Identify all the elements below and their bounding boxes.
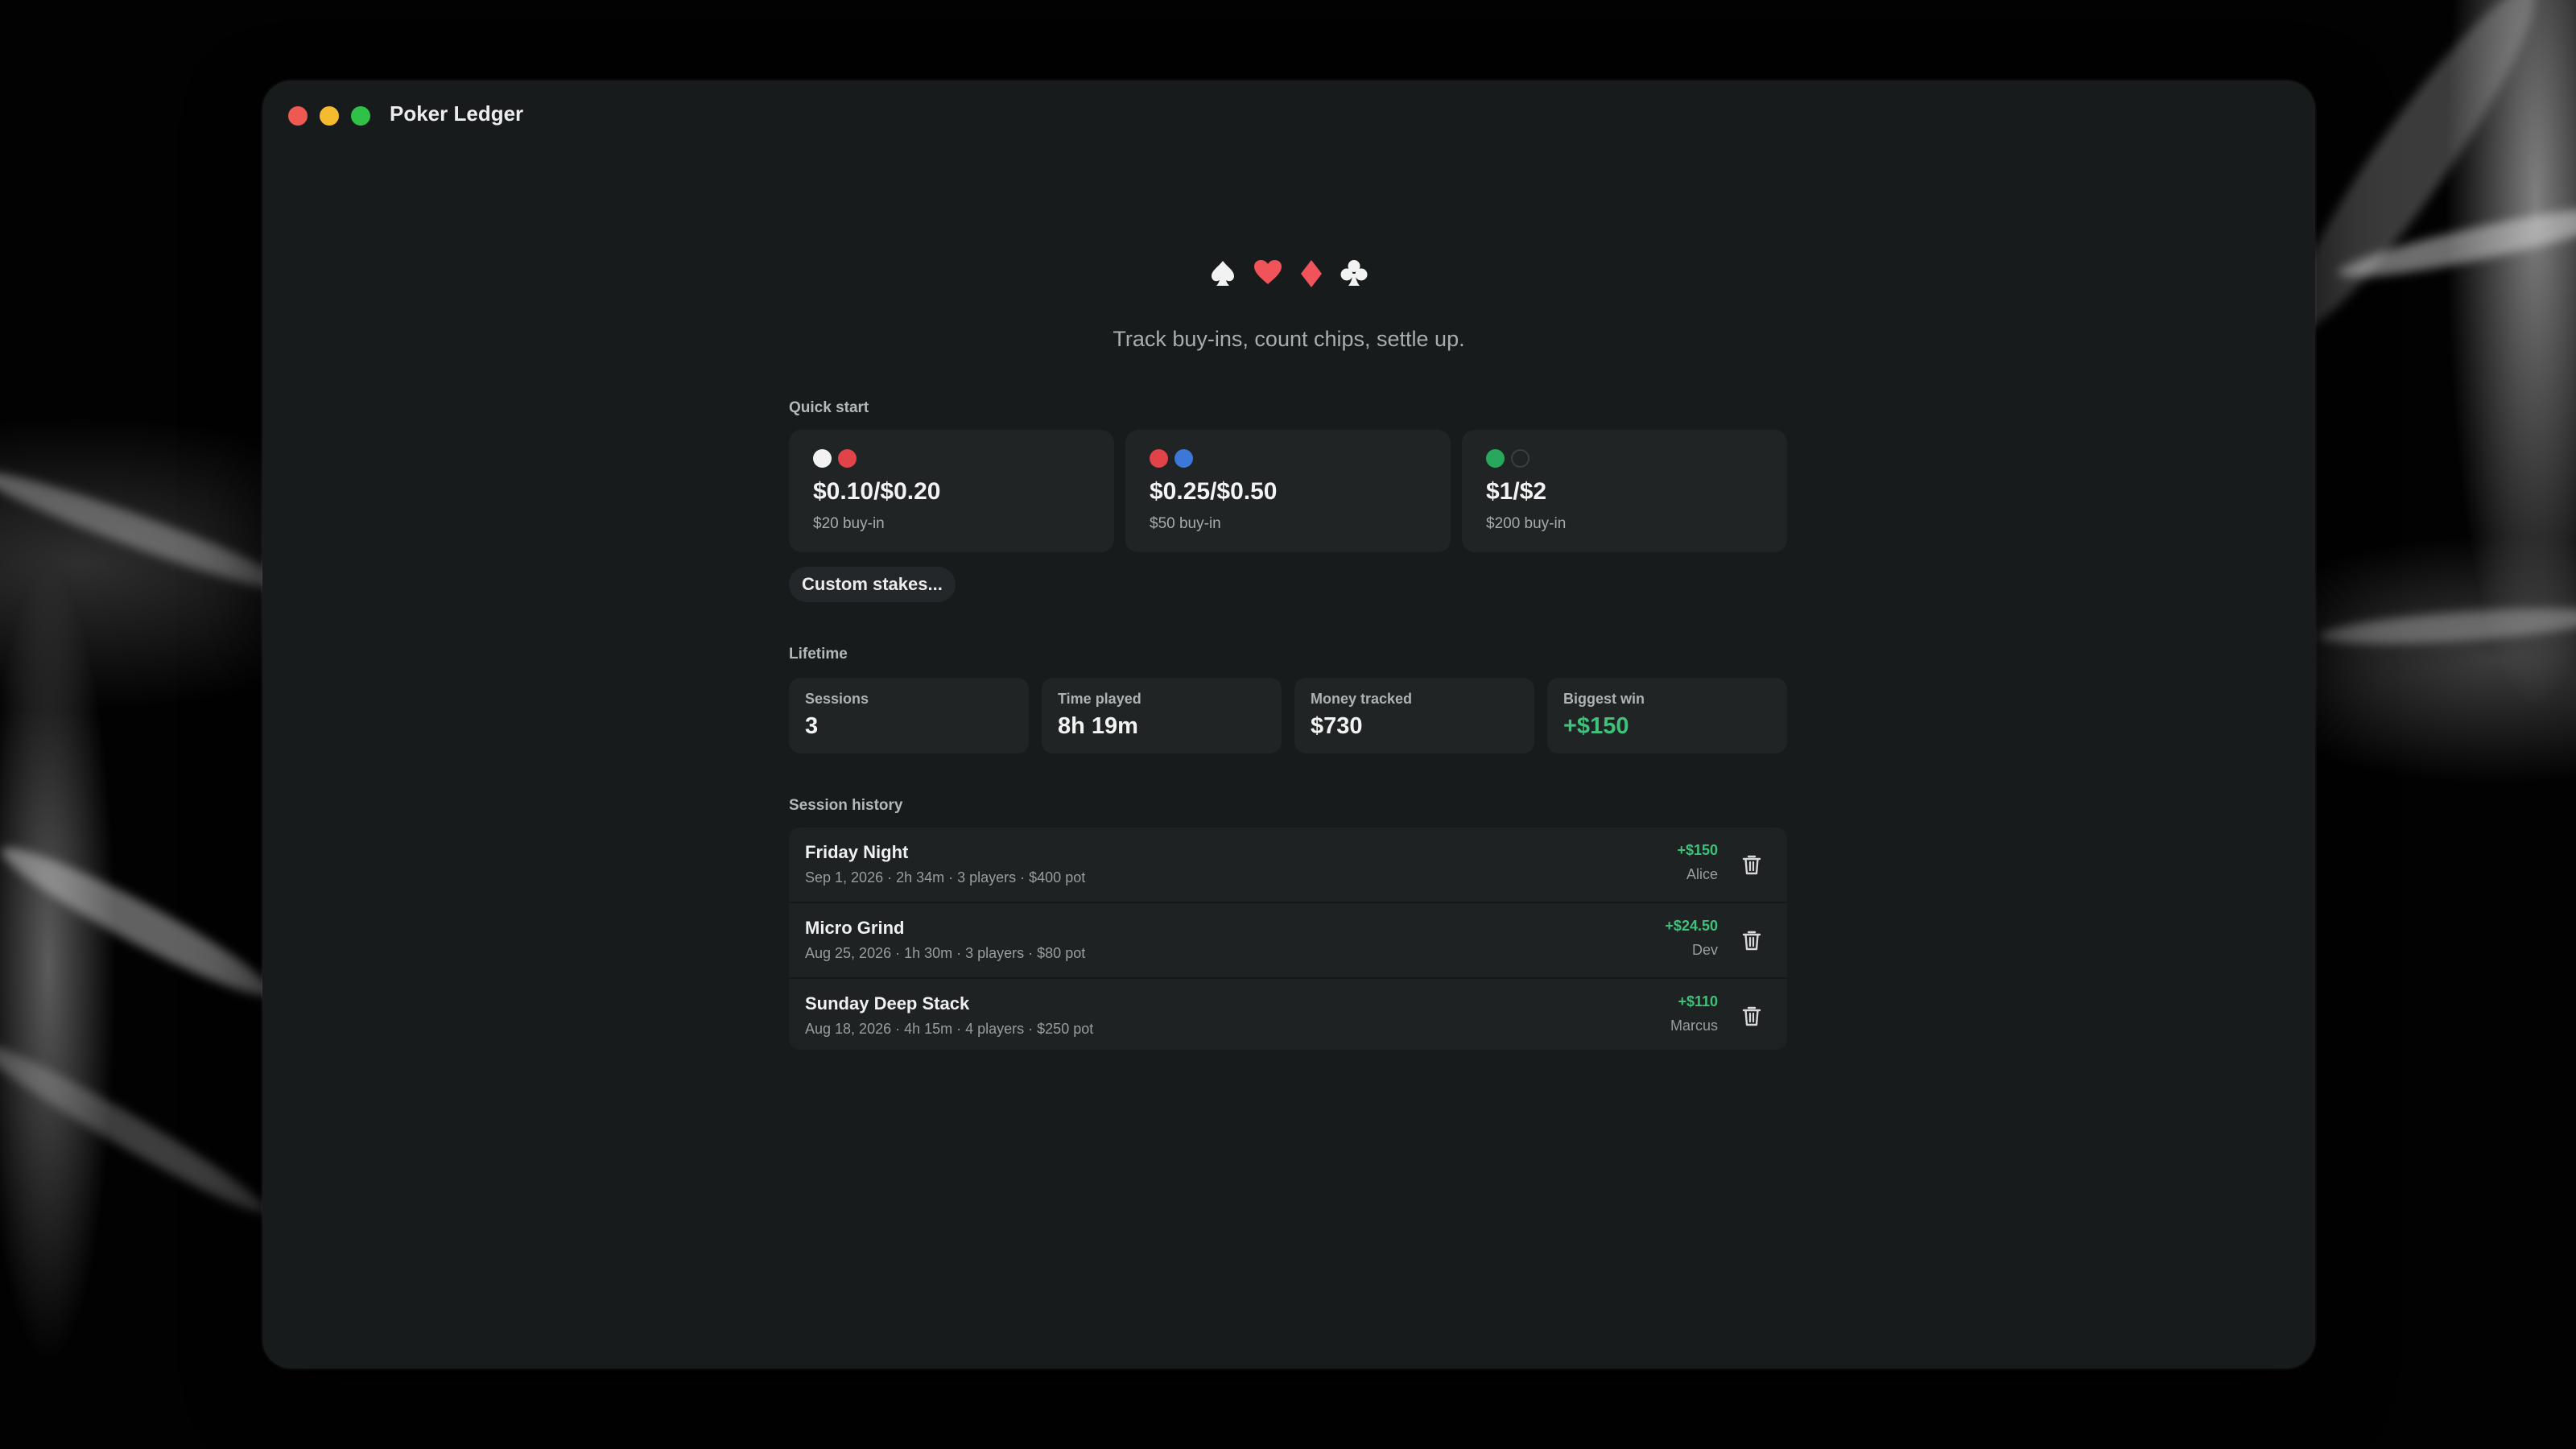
stake-buyin: $200 buy-in <box>1486 515 1567 532</box>
session-meta: Aug 25, 2026 · 1h 30m · 3 players · $80 … <box>805 945 1086 961</box>
quick-start-label: Quick start <box>789 399 869 416</box>
stake-value: $0.25/$0.50 <box>1150 478 1278 505</box>
custom-stakes-button[interactable]: Custom stakes... <box>789 567 956 602</box>
session-name: Friday Night <box>805 842 909 862</box>
wallpaper-streak <box>2318 601 2576 651</box>
blue-chip-icon <box>1174 449 1193 468</box>
session-row[interactable]: Micro Grind Aug 25, 2026 · 1h 30m · 3 pl… <box>789 903 1787 977</box>
session-win-amount: +$24.50 <box>1665 918 1718 934</box>
trash-icon[interactable] <box>1739 1003 1765 1029</box>
chip-icons <box>1486 449 1530 468</box>
heart-icon <box>1253 259 1282 288</box>
stat-value: 8h 19m <box>1058 713 1138 739</box>
close-window-button[interactable] <box>288 106 308 126</box>
green-chip-icon <box>1486 449 1505 468</box>
session-win-amount: +$150 <box>1677 842 1718 858</box>
trash-icon[interactable] <box>1739 852 1765 877</box>
black-chip-icon <box>1511 449 1530 468</box>
session-meta: Sep 1, 2026 · 2h 34m · 3 players · $400 … <box>805 869 1086 886</box>
stat-label: Sessions <box>805 691 869 707</box>
suit-icons <box>262 259 2315 288</box>
stake-value: $0.10/$0.20 <box>813 478 941 505</box>
session-row[interactable]: Sunday Deep Stack Aug 18, 2026 · 4h 15m … <box>789 979 1787 1050</box>
title-bar: Poker Ledger <box>262 80 2315 150</box>
session-winner: Alice <box>1686 866 1718 882</box>
stat-card-time-played: Time played 8h 19m <box>1042 678 1282 753</box>
chip-icons <box>1150 449 1193 468</box>
session-winner: Marcus <box>1670 1018 1718 1034</box>
spade-icon <box>1210 259 1236 288</box>
stat-label: Time played <box>1058 691 1141 707</box>
red-chip-icon <box>838 449 857 468</box>
stake-value: $1/$2 <box>1486 478 1547 505</box>
trash-icon[interactable] <box>1739 927 1765 953</box>
red-chip-icon <box>1150 449 1168 468</box>
session-history-label: Session history <box>789 797 903 814</box>
stat-value: $730 <box>1311 713 1363 739</box>
chip-icons <box>813 449 857 468</box>
lifetime-label: Lifetime <box>789 646 848 663</box>
stake-buyin: $50 buy-in <box>1150 515 1221 532</box>
session-row[interactable]: Friday Night Sep 1, 2026 · 2h 34m · 3 pl… <box>789 828 1787 902</box>
stat-card-sessions: Sessions 3 <box>789 678 1029 753</box>
stake-buyin: $20 buy-in <box>813 515 885 532</box>
diamond-icon <box>1300 259 1323 288</box>
session-win-amount: +$110 <box>1678 993 1718 1009</box>
minimize-window-button[interactable] <box>320 106 339 126</box>
session-name: Sunday Deep Stack <box>805 993 970 1013</box>
stake-card[interactable]: $0.25/$0.50 $50 buy-in <box>1125 430 1451 552</box>
app-title: Poker Ledger <box>390 101 524 126</box>
stat-label: Money tracked <box>1311 691 1413 707</box>
stake-card[interactable]: $1/$2 $200 buy-in <box>1462 430 1787 552</box>
session-winner: Dev <box>1691 942 1718 958</box>
app-window: Poker Ledger Track buy-ins, count chips,… <box>262 80 2315 1368</box>
stat-card-money-tracked: Money tracked $730 <box>1294 678 1534 753</box>
wallpaper-streak <box>0 458 302 605</box>
stat-card-biggest-win: Biggest win +$150 <box>1547 678 1787 753</box>
session-name: Micro Grind <box>805 918 905 938</box>
stake-card[interactable]: $0.10/$0.20 $20 buy-in <box>789 430 1114 552</box>
session-meta: Aug 18, 2026 · 4h 15m · 4 players · $250… <box>805 1021 1094 1037</box>
stat-value: 3 <box>805 713 819 739</box>
club-icon <box>1340 259 1368 288</box>
session-history-list: Friday Night Sep 1, 2026 · 2h 34m · 3 pl… <box>789 828 1787 1050</box>
wallpaper-streak <box>0 1028 275 1226</box>
white-chip-icon <box>813 449 832 468</box>
wallpaper-streak <box>0 832 282 1012</box>
desktop-wallpaper: Poker Ledger Track buy-ins, count chips,… <box>0 0 2576 1449</box>
zoom-window-button[interactable] <box>351 106 370 126</box>
tagline: Track buy-ins, count chips, settle up. <box>1113 327 1465 351</box>
stat-value: +$150 <box>1563 713 1629 739</box>
stat-label: Biggest win <box>1563 691 1645 707</box>
